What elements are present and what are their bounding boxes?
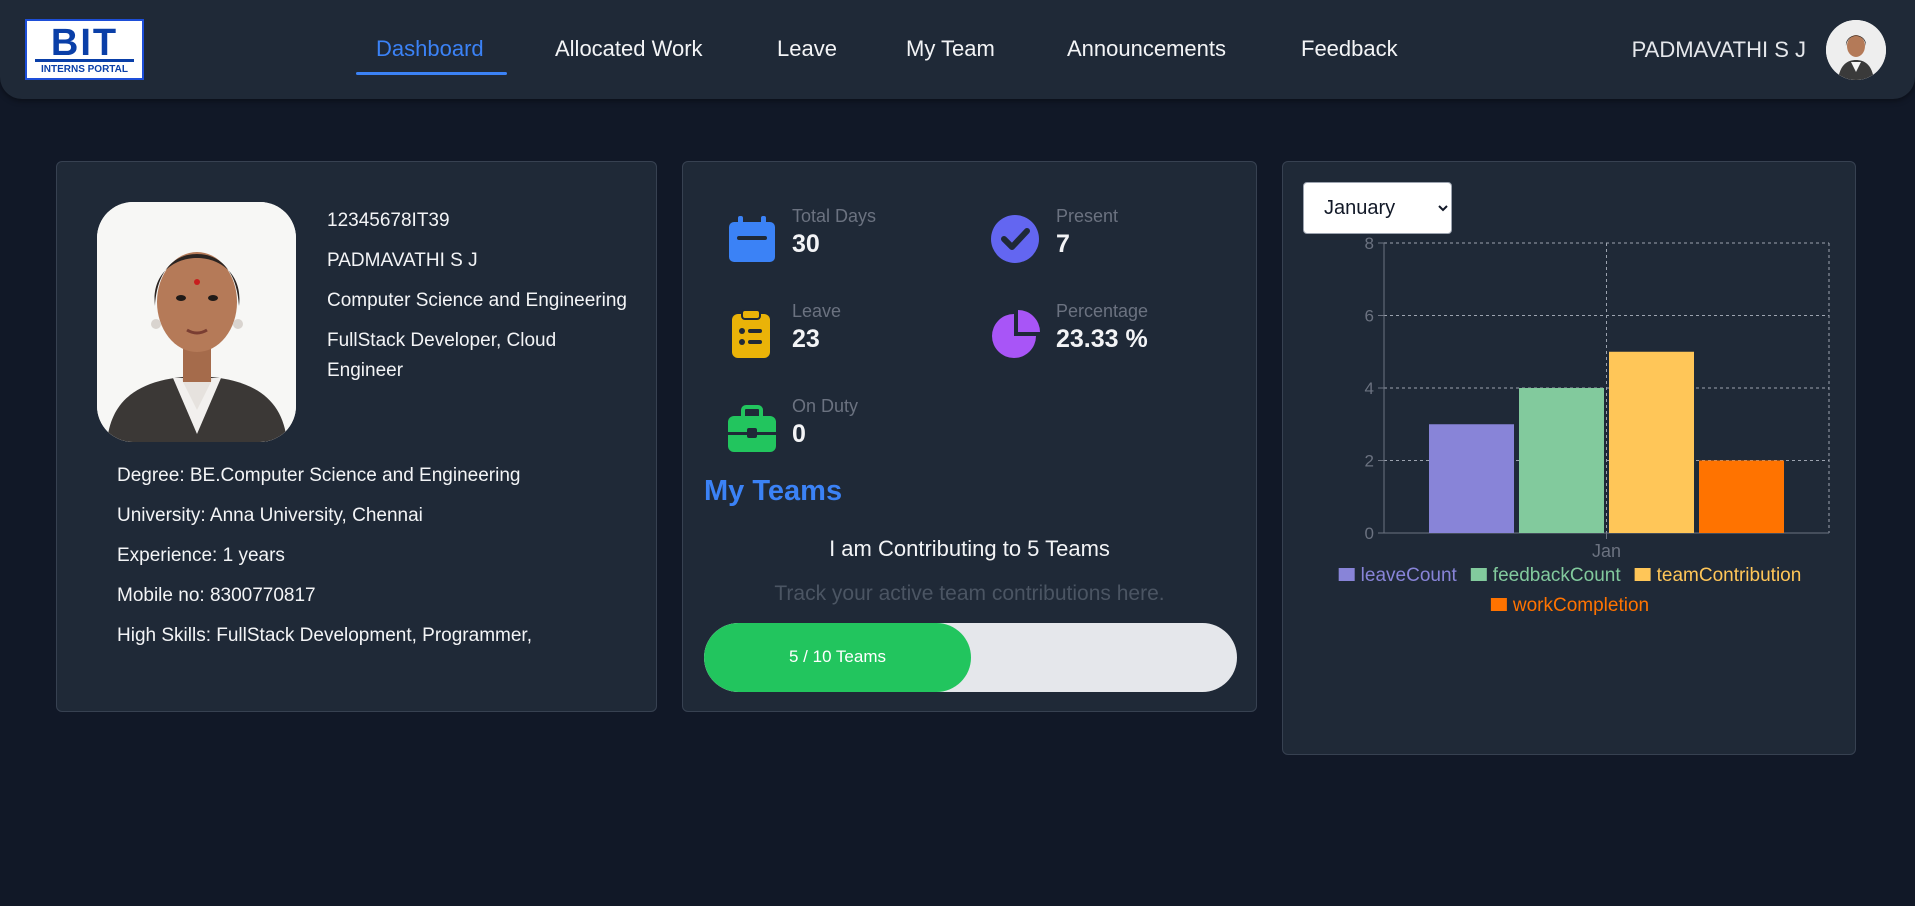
nav-leave[interactable]: Leave bbox=[777, 36, 837, 62]
legend-item-workCompletion: workCompletion bbox=[1512, 595, 1649, 616]
chart-card: January 0 2 4 6 8 Jan leaveCount feedbackCount t… bbox=[1282, 161, 1856, 755]
leave-label: Leave bbox=[792, 301, 842, 321]
leave-value: 23 bbox=[792, 325, 820, 353]
nav-dashboard[interactable]: Dashboard bbox=[376, 36, 484, 62]
nav-my-team[interactable]: My Team bbox=[906, 36, 995, 62]
x-tick-label: Jan bbox=[1592, 541, 1621, 561]
detail-experience: Experience: 1 years bbox=[117, 545, 285, 566]
avatar[interactable] bbox=[1826, 20, 1886, 80]
y-tick-label: 2 bbox=[1365, 452, 1374, 471]
intern-id: 12345678IT39 bbox=[327, 210, 450, 231]
nav-feedback[interactable]: Feedback bbox=[1301, 36, 1398, 62]
legend-swatch bbox=[1634, 568, 1651, 581]
present-label: Present bbox=[1056, 206, 1119, 226]
teams-subtitle: Track your active team contributions her… bbox=[774, 582, 1165, 605]
top-navbar: BIT INTERNS PORTAL Dashboard Allocated W… bbox=[0, 0, 1915, 99]
present-value: 7 bbox=[1056, 230, 1070, 258]
calendar-icon bbox=[729, 216, 775, 262]
user-name: PADMAVATHI S J bbox=[1631, 37, 1806, 62]
profile-photo bbox=[97, 202, 296, 442]
avatar-portrait-icon bbox=[1826, 20, 1886, 80]
detail-skills: High Skills: FullStack Development, Prog… bbox=[117, 625, 532, 646]
total-days-label: Total Days bbox=[792, 206, 877, 226]
nav-announcements[interactable]: Announcements bbox=[1067, 36, 1226, 62]
month-select[interactable]: January bbox=[1303, 182, 1452, 234]
on-duty-value: 0 bbox=[792, 420, 806, 448]
bar-workCompletion bbox=[1699, 460, 1784, 533]
percentage-label: Percentage bbox=[1056, 301, 1149, 321]
legend-swatch bbox=[1490, 598, 1507, 611]
monthly-bar-chart: 0 2 4 6 8 Jan leaveCount feedbackCount teamContr… bbox=[1338, 234, 1830, 616]
profile-portrait-icon bbox=[97, 202, 296, 442]
nav-links: Dashboard Allocated Work Leave My Team A… bbox=[0, 0, 1915, 99]
briefcase-icon bbox=[728, 405, 776, 452]
my-teams-heading: My Teams bbox=[704, 475, 843, 507]
nav-allocated-work[interactable]: Allocated Work bbox=[555, 36, 703, 62]
stat-on-duty: On Duty 0 bbox=[727, 396, 957, 456]
legend-item-feedbackCount: feedbackCount bbox=[1493, 565, 1622, 586]
bar-leaveCount bbox=[1429, 424, 1514, 533]
percentage-value: 23.33 % bbox=[1056, 325, 1148, 353]
stat-percentage: Percentage 23.33 % bbox=[991, 301, 1221, 361]
active-nav-indicator bbox=[356, 72, 507, 75]
profile-card: 12345678IT39 PADMAVATHI S J Computer Sci… bbox=[56, 161, 657, 712]
on-duty-label: On Duty bbox=[792, 396, 859, 416]
y-tick-label: 0 bbox=[1365, 524, 1374, 543]
profile-details: Degree: BE.Computer Science and Engineer… bbox=[117, 464, 532, 664]
intern-name: PADMAVATHI S J bbox=[327, 250, 478, 271]
legend-item-teamContribution: teamContribution bbox=[1657, 565, 1802, 586]
legend-swatch bbox=[1338, 568, 1355, 581]
intern-department: Computer Science and Engineering bbox=[327, 290, 627, 311]
detail-mobile: Mobile no: 8300770817 bbox=[117, 585, 316, 606]
bar-teamContribution bbox=[1609, 351, 1694, 533]
detail-university: University: Anna University, Chennai bbox=[117, 505, 423, 526]
stat-present: Present 7 bbox=[991, 206, 1221, 266]
y-tick-label: 6 bbox=[1365, 307, 1374, 326]
pie-chart-icon bbox=[992, 310, 1040, 358]
profile-identity: 12345678IT39 PADMAVATHI S J Computer Sci… bbox=[327, 206, 627, 396]
y-tick-label: 4 bbox=[1365, 379, 1374, 398]
teams-progress-bar: 5 / 10 Teams bbox=[704, 623, 1237, 692]
teams-progress-text: 5 / 10 Teams bbox=[788, 647, 887, 666]
total-days-value: 30 bbox=[792, 230, 820, 258]
clipboard-list-icon bbox=[732, 309, 770, 358]
bar-feedbackCount bbox=[1519, 388, 1604, 533]
y-tick-label: 8 bbox=[1365, 234, 1374, 253]
detail-degree: Degree: BE.Computer Science and Engineer… bbox=[117, 465, 521, 486]
stat-leave: Leave 23 bbox=[727, 301, 957, 361]
attendance-card: Total Days 30 Present 7 Leave 23 Percent… bbox=[682, 161, 1257, 712]
stat-total-days: Total Days 30 bbox=[727, 206, 957, 266]
check-circle-icon bbox=[991, 215, 1039, 263]
teams-contributing-text: I am Contributing to 5 Teams bbox=[829, 536, 1110, 561]
intern-role: FullStack Developer, Cloud Engineer bbox=[327, 330, 557, 381]
legend-item-leaveCount: leaveCount bbox=[1361, 565, 1458, 586]
legend-swatch bbox=[1470, 568, 1487, 581]
